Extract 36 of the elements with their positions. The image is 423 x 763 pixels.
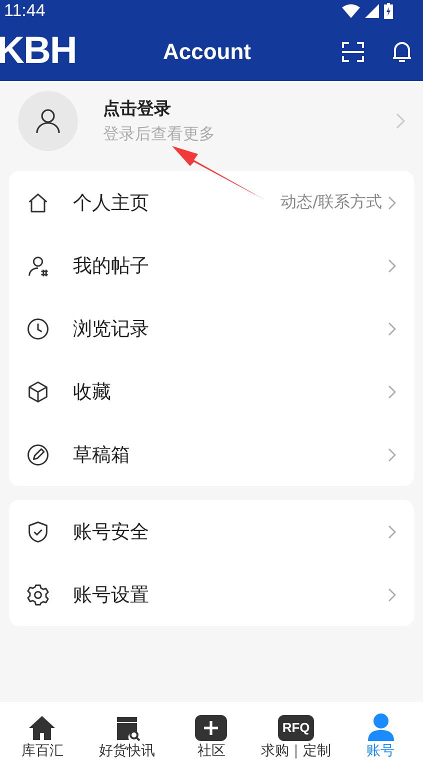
nav-tab[interactable]: RFQ 求购｜定制 [254, 715, 338, 760]
signal-icon [365, 4, 379, 18]
login-prompt: 点击登录 [103, 98, 172, 120]
menu-item[interactable]: 账号设置 [9, 563, 414, 626]
menu-item[interactable]: 收藏 [9, 360, 414, 423]
chevron-icon [388, 196, 396, 210]
nav-tab[interactable]: 社区 [169, 715, 254, 760]
person-icon [368, 713, 394, 741]
login-hint: 登录后查看更多 [103, 124, 216, 145]
menu-item[interactable]: 浏览记录 [9, 297, 414, 360]
scan-icon[interactable] [341, 40, 365, 64]
menu-item[interactable]: 账号安全 [9, 500, 414, 563]
login-card[interactable]: 点击登录 登录后查看更多 [0, 81, 423, 171]
bell-icon[interactable] [391, 40, 413, 64]
gear-icon [25, 582, 51, 608]
menu-item[interactable]: 草稿箱 [9, 423, 414, 486]
wifi-icon [342, 4, 360, 18]
plus-icon [195, 715, 228, 741]
menu-item[interactable]: 我的帖子 [9, 234, 414, 297]
rfq-badge: RFQ [278, 715, 314, 741]
nav-tab[interactable]: 库百汇 [0, 715, 85, 760]
nav-tab[interactable]: 好货快讯 [84, 715, 170, 760]
status-time: 11:44 [4, 1, 46, 21]
page-title: Account [163, 38, 252, 64]
chevron-icon [388, 524, 396, 538]
chevron-icon [388, 322, 396, 336]
menu-item[interactable]: 个人主页 动态/联系方式 [9, 171, 414, 234]
chevron-icon [396, 113, 405, 129]
home-icon [28, 715, 56, 741]
chevron-icon [388, 258, 396, 272]
menu-detail: 动态/联系方式 [280, 192, 382, 213]
chevron-icon [388, 384, 396, 398]
chevron-icon [388, 588, 396, 602]
chevron-icon [388, 448, 396, 462]
clock-icon [25, 316, 51, 342]
battery-icon [384, 3, 393, 19]
